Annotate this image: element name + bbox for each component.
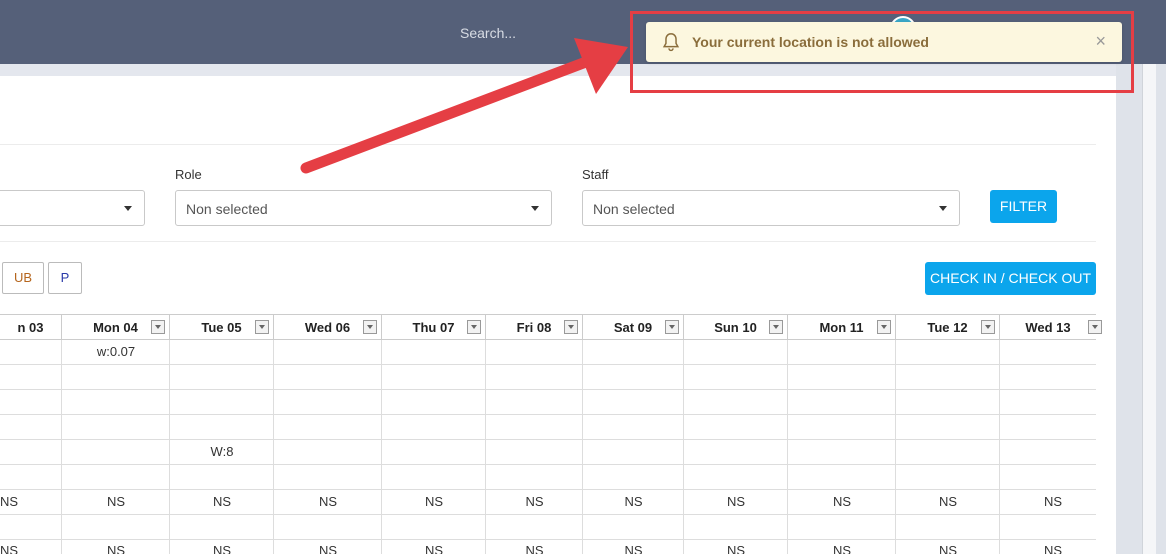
column-header-label: Fri 08: [516, 320, 552, 335]
column-header-label: Sat 09: [613, 320, 653, 335]
column-divider: [582, 340, 583, 554]
divider: [0, 144, 1096, 145]
column-divider: [485, 340, 486, 554]
role-select-value: Non selected: [186, 201, 268, 217]
cell-ns[interactable]: NS: [1000, 494, 1106, 509]
column-header-label: Thu 07: [412, 320, 455, 335]
filter-dropdown-icon[interactable]: [255, 320, 269, 334]
cell-work-hours[interactable]: w:0.07: [62, 344, 170, 359]
role-label: Role: [175, 167, 202, 182]
column-header[interactable]: Mon 04: [62, 315, 170, 340]
filter-dropdown-icon[interactable]: [564, 320, 578, 334]
column-header-label: Mon 11: [819, 320, 864, 335]
table-row: [0, 415, 1096, 440]
cell-ns[interactable]: NS: [274, 543, 382, 554]
search-input[interactable]: Search...: [460, 25, 516, 41]
right-gutter: [1116, 64, 1166, 554]
staff-select[interactable]: Non selected: [582, 190, 960, 226]
table-row: [0, 440, 1096, 465]
column-header-label: Wed 13: [1025, 320, 1071, 335]
cell-ns[interactable]: NS: [382, 543, 486, 554]
cell-ns[interactable]: NS: [170, 494, 274, 509]
cell-ns[interactable]: NS: [0, 494, 20, 509]
caret-down-icon: [939, 206, 947, 211]
filter-dropdown-icon[interactable]: [981, 320, 995, 334]
table-row: [0, 390, 1096, 415]
column-header[interactable]: Sun 10: [684, 315, 788, 340]
cell-ns[interactable]: NS: [0, 543, 20, 554]
cell-ns[interactable]: NS: [62, 494, 170, 509]
cell-ns[interactable]: NS: [486, 543, 583, 554]
cell-ns[interactable]: NS: [788, 543, 896, 554]
chip-p-label: P: [60, 270, 70, 285]
filter-dropdown-icon[interactable]: [151, 320, 165, 334]
cell-ns[interactable]: NS: [583, 543, 684, 554]
filter-dropdown-icon[interactable]: [363, 320, 377, 334]
chip-ub[interactable]: UB: [2, 262, 44, 294]
column-divider: [61, 340, 62, 554]
column-header[interactable]: Tue 12: [896, 315, 1000, 340]
column-header[interactable]: Mon 11: [788, 315, 896, 340]
filter-dropdown-icon[interactable]: [467, 320, 481, 334]
column-header[interactable]: Fri 08: [486, 315, 583, 340]
column-header-label: Tue 12: [927, 320, 968, 335]
cell-ns[interactable]: NS: [684, 543, 788, 554]
cell-ns[interactable]: NS: [788, 494, 896, 509]
column-header[interactable]: Tue 05: [170, 315, 274, 340]
column-header-label: Wed 06: [304, 320, 351, 335]
cell-ns[interactable]: NS: [684, 494, 788, 509]
filter-button[interactable]: FILTER: [990, 190, 1057, 223]
filter-dropdown-icon[interactable]: [769, 320, 783, 334]
highlight-box: [630, 11, 1134, 93]
filter-dropdown-icon[interactable]: [665, 320, 679, 334]
cell-ns[interactable]: NS: [486, 494, 583, 509]
filter-dropdown-icon[interactable]: [1088, 320, 1102, 334]
check-in-out-button[interactable]: CHECK IN / CHECK OUT: [925, 262, 1096, 295]
column-header[interactable]: Thu 07: [382, 315, 486, 340]
column-header[interactable]: Wed 06: [274, 315, 382, 340]
cell-ns[interactable]: NS: [382, 494, 486, 509]
divider: [0, 241, 1096, 242]
role-select[interactable]: Non selected: [175, 190, 552, 226]
column-divider: [787, 340, 788, 554]
column-header[interactable]: n 03: [0, 315, 62, 340]
staff-label: Staff: [582, 167, 609, 182]
cell-ns[interactable]: NS: [274, 494, 382, 509]
table-row: [0, 465, 1096, 490]
cell-ns[interactable]: NS: [896, 543, 1000, 554]
column-header-label: Sun 10: [714, 320, 757, 335]
cell-ns[interactable]: NS: [62, 543, 170, 554]
column-header-label: n 03: [17, 320, 44, 335]
chip-ub-label: UB: [13, 270, 33, 285]
chip-p[interactable]: P: [48, 262, 82, 294]
filter-dropdown-icon[interactable]: [877, 320, 891, 334]
column-header-label: Mon 04: [93, 320, 138, 335]
column-divider: [683, 340, 684, 554]
caret-down-icon: [531, 206, 539, 211]
cell-ns[interactable]: NS: [583, 494, 684, 509]
table-row: [0, 515, 1096, 540]
staff-select-value: Non selected: [593, 201, 675, 217]
column-header-label: Tue 05: [201, 320, 242, 335]
cell-ns[interactable]: NS: [896, 494, 1000, 509]
column-divider: [895, 340, 896, 554]
column-header[interactable]: Wed 13: [1000, 315, 1102, 340]
column-header[interactable]: Sat 09: [583, 315, 684, 340]
table-row: [0, 365, 1096, 390]
column-divider: [381, 340, 382, 554]
scrollbar[interactable]: [1142, 64, 1156, 554]
column-divider: [999, 340, 1000, 554]
caret-down-icon: [124, 206, 132, 211]
cell-work-hours[interactable]: W:8: [170, 444, 274, 459]
schedule-grid-header: n 03 Mon 04 Tue 05 Wed 06 Thu 07 Fri 08 …: [0, 314, 1102, 340]
cell-ns[interactable]: NS: [1000, 543, 1106, 554]
filter-select-first[interactable]: [0, 190, 145, 226]
cell-ns[interactable]: NS: [170, 543, 274, 554]
